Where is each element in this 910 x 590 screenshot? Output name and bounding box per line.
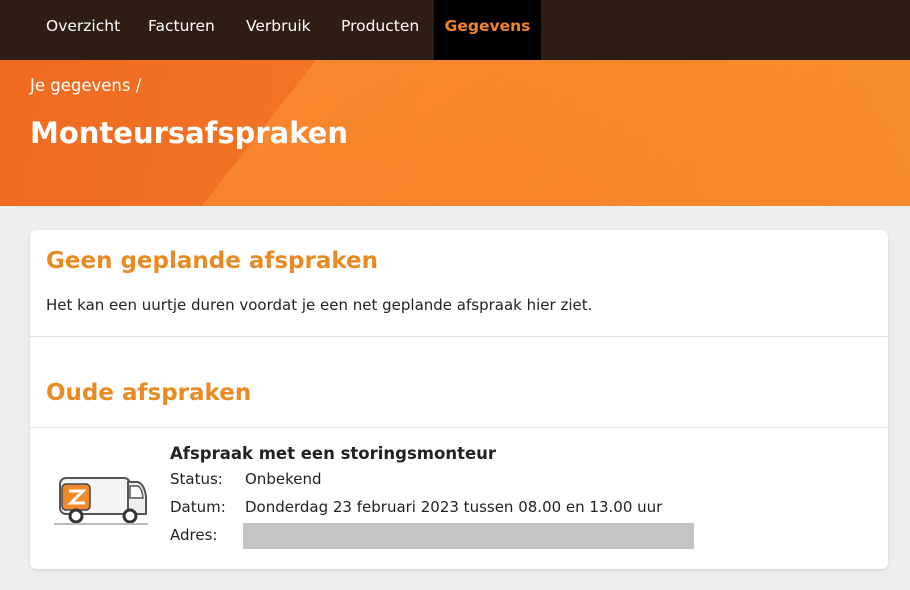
nav-item-gegevens[interactable]: Gegevens	[434, 0, 541, 60]
date-value: Donderdag 23 februari 2023 tussen 08.00 …	[245, 498, 663, 516]
appointment-title: Afspraak met een storingsmonteur	[170, 444, 497, 463]
date-label: Datum:	[170, 498, 226, 516]
service-van-icon	[54, 477, 148, 525]
address-value-redacted	[243, 523, 694, 549]
past-appointments-heading: Oude afspraken	[46, 380, 252, 406]
planned-appointments-message: Het kan een uurtje duren voordat je een …	[46, 296, 593, 314]
status-value: Onbekend	[245, 470, 322, 488]
nav-item-overzicht[interactable]: Overzicht	[46, 0, 120, 60]
status-label: Status:	[170, 470, 223, 488]
breadcrumb[interactable]: Je gegevens /	[30, 76, 141, 95]
nav-item-facturen[interactable]: Facturen	[148, 0, 215, 60]
section-divider	[30, 427, 888, 428]
page-title: Monteursafspraken	[30, 116, 349, 150]
nav-item-verbruik[interactable]: Verbruik	[246, 0, 311, 60]
top-navigation: Overzicht Facturen Verbruik Producten Ge…	[0, 0, 910, 60]
section-divider	[30, 336, 888, 337]
address-label: Adres:	[170, 526, 218, 544]
page-header: Je gegevens / Monteursafspraken	[0, 60, 910, 206]
planned-appointments-heading: Geen geplande afspraken	[46, 248, 379, 274]
appointments-card: Geen geplande afspraken Het kan een uurt…	[30, 230, 888, 569]
nav-item-producten[interactable]: Producten	[341, 0, 419, 60]
